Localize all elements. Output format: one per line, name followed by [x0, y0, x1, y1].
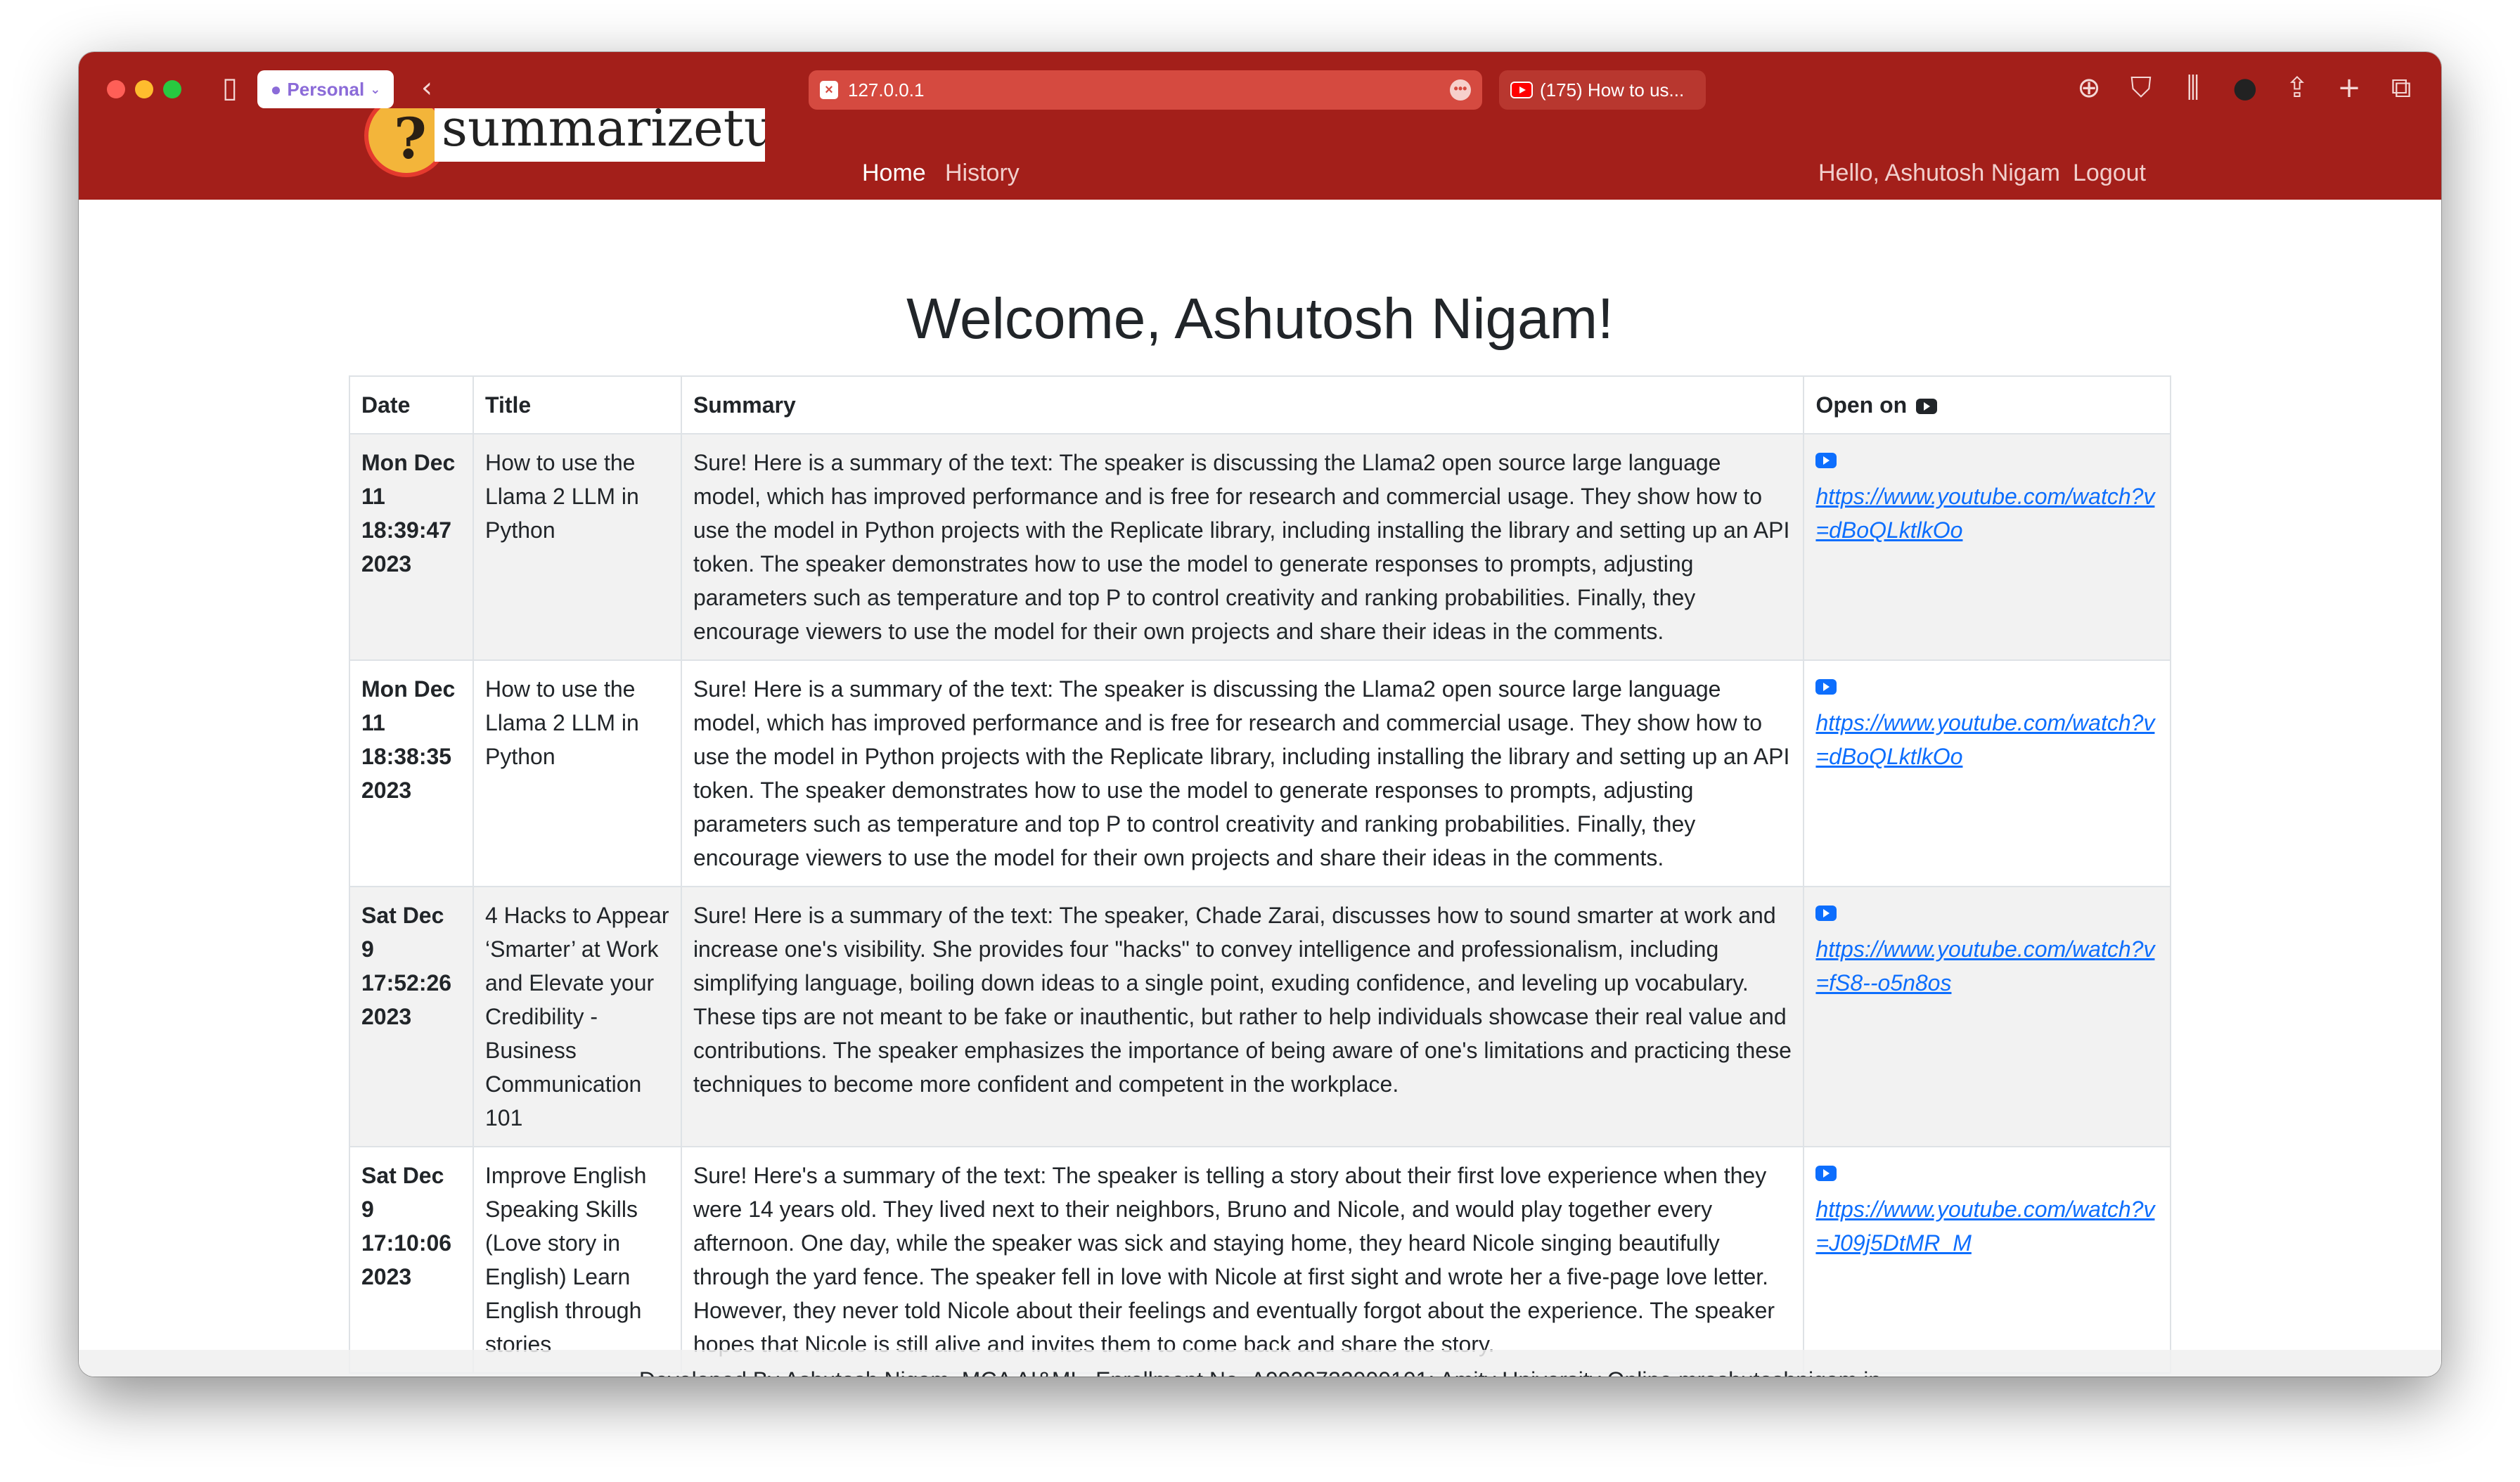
- youtube-icon[interactable]: [1815, 679, 1837, 695]
- browser-window: ▯ ● Personal ⌄ ‹ × 127.0.0.1 ••• (175) H…: [79, 52, 2441, 1377]
- table-row: Mon Dec 11 18:38:35 2023 How to use the …: [349, 659, 2171, 887]
- back-icon[interactable]: ‹: [409, 70, 444, 105]
- page-title: Welcome, Ashutosh Nigam!: [906, 287, 1614, 351]
- youtube-icon[interactable]: [1815, 1166, 1837, 1181]
- close-window-button[interactable]: [107, 80, 125, 98]
- youtube-icon[interactable]: [1815, 453, 1837, 468]
- header-open-on: Open on: [1803, 375, 2171, 434]
- shield-icon[interactable]: ⛉: [2123, 70, 2159, 105]
- header-open-on-label: Open on: [1815, 392, 1908, 418]
- logo-text: summarizetube: [435, 108, 765, 162]
- row-title: How to use the Llama 2 LLM in Python: [472, 433, 682, 661]
- row-title: Improve English Speaking Skills (Love st…: [472, 1146, 682, 1374]
- main-content: Welcome, Ashutosh Nigam! Date Title Summ…: [79, 200, 2441, 1377]
- url-text: 127.0.0.1: [848, 79, 925, 101]
- row-open: https://www.youtube.com/watch?v=dBoQLktl…: [1803, 433, 2171, 661]
- profile-label: Personal: [287, 78, 365, 100]
- footer-text: Developed By Ashutosh Nigam, MCA AI&ML, …: [639, 1367, 1678, 1377]
- row-summary: Sure! Here is a summary of the text: The…: [680, 433, 1805, 661]
- tab-overview-icon[interactable]: ⧉: [2384, 70, 2419, 105]
- header-title: Title: [472, 375, 682, 434]
- youtube-link[interactable]: https://www.youtube.com/watch?v=fS8--o5n…: [1815, 936, 2154, 995]
- tab-title: (175) How to us...: [1540, 79, 1685, 101]
- row-title: 4 Hacks to Appear ‘Smarter’ at Work and …: [472, 886, 682, 1147]
- row-open: https://www.youtube.com/watch?v=dBoQLktl…: [1803, 659, 2171, 887]
- row-title: How to use the Llama 2 LLM in Python: [472, 659, 682, 887]
- row-open: https://www.youtube.com/watch?v=fS8--o5n…: [1803, 886, 2171, 1147]
- youtube-favicon-icon: [1510, 82, 1533, 98]
- row-date: Sat Dec 9 17:10:06 2023: [349, 1146, 474, 1374]
- table-header-row: Date Title Summary Open on: [349, 375, 2171, 434]
- youtube-link[interactable]: https://www.youtube.com/watch?v=dBoQLktl…: [1815, 484, 2154, 543]
- row-date: Mon Dec 11 18:38:35 2023: [349, 659, 474, 887]
- new-tab-icon[interactable]: +: [2332, 70, 2367, 105]
- footer-website-link[interactable]: mrashutoshnigam.in: [1678, 1367, 1881, 1377]
- tab-youtube[interactable]: (175) How to us...: [1499, 70, 1706, 110]
- header-date: Date: [349, 375, 474, 434]
- row-open: https://www.youtube.com/watch?v=J09j5DtM…: [1803, 1146, 2171, 1374]
- download-icon[interactable]: ⊕: [2071, 70, 2107, 105]
- chevron-down-icon: ⌄: [370, 82, 381, 96]
- youtube-link[interactable]: https://www.youtube.com/watch?v=dBoQLktl…: [1815, 710, 2154, 769]
- logout-link[interactable]: Logout: [2073, 155, 2146, 191]
- zoom-window-button[interactable]: [163, 80, 181, 98]
- youtube-icon[interactable]: [1815, 906, 1837, 921]
- youtube-link[interactable]: https://www.youtube.com/watch?v=J09j5DtM…: [1815, 1197, 2154, 1256]
- site-logo[interactable]: summarizetube: [364, 108, 765, 177]
- minimize-window-button[interactable]: [135, 80, 153, 98]
- table-row: Mon Dec 11 18:39:47 2023 How to use the …: [349, 433, 2171, 661]
- more-options-icon[interactable]: •••: [1450, 79, 1471, 101]
- sidebar-toggle-icon[interactable]: ▯: [212, 70, 248, 105]
- youtube-icon: [1916, 399, 1938, 414]
- dark-mode-icon[interactable]: ●: [2228, 70, 2263, 105]
- nav-home[interactable]: Home: [862, 155, 926, 191]
- profile-button[interactable]: ● Personal ⌄: [257, 70, 394, 108]
- header-summary: Summary: [680, 375, 1805, 434]
- extension-icon[interactable]: ⫼: [2175, 70, 2211, 105]
- table-row: Sat Dec 9 17:10:06 2023 Improve English …: [349, 1146, 2171, 1374]
- table-row: Sat Dec 9 17:52:26 2023 4 Hacks to Appea…: [349, 886, 2171, 1147]
- history-table: Date Title Summary Open on Mon Dec 11 18…: [349, 375, 2171, 1374]
- share-icon[interactable]: ⇪: [2280, 70, 2315, 105]
- nav-history[interactable]: History: [945, 155, 1020, 191]
- row-summary: Sure! Here is a summary of the text: The…: [680, 886, 1805, 1147]
- site-favicon-icon: ×: [820, 81, 838, 99]
- address-bar[interactable]: × 127.0.0.1 •••: [809, 70, 1482, 110]
- page-footer: Developed By Ashutosh Nigam, MCA AI&ML, …: [79, 1350, 2441, 1377]
- row-summary: Sure! Here's a summary of the text: The …: [680, 1146, 1805, 1374]
- row-date: Mon Dec 11 18:39:47 2023: [349, 433, 474, 661]
- browser-toolbar: ▯ ● Personal ⌄ ‹ × 127.0.0.1 ••• (175) H…: [79, 52, 2441, 200]
- row-summary: Sure! Here is a summary of the text: The…: [680, 659, 1805, 887]
- person-icon: ●: [270, 78, 282, 100]
- row-date: Sat Dec 9 17:52:26 2023: [349, 886, 474, 1147]
- user-greeting[interactable]: Hello, Ashutosh Nigam: [1818, 155, 2060, 191]
